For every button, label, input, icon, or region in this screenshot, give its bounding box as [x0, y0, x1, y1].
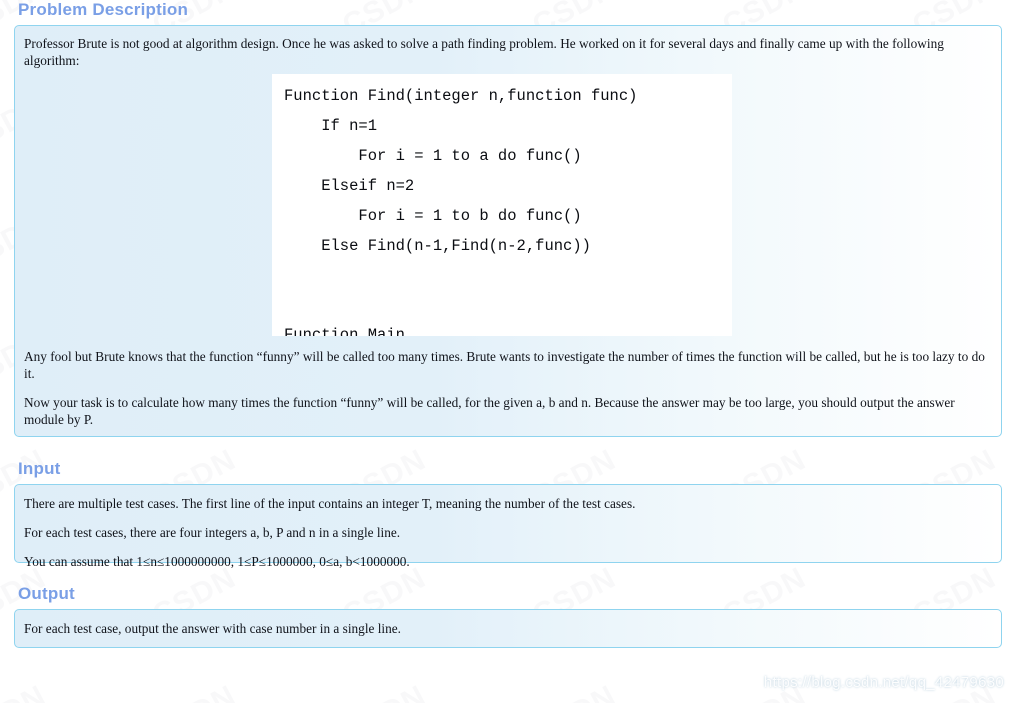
input-paragraph-2: For each test cases, there are four inte…: [24, 525, 401, 541]
section-input: Input There are multiple test cases. The…: [14, 459, 1002, 569]
watermark-tile: CSDN: [337, 679, 432, 703]
input-constraints: You can assume that 1≤n≤1000000000, 1≤P≤…: [24, 554, 410, 570]
problem-description-heading: Problem Description: [18, 0, 189, 19]
problem-statement-page: Problem Description Professor Brute is n…: [0, 0, 1020, 648]
input-body: There are multiple test cases. The first…: [15, 485, 1001, 580]
algorithm-code-container: Function Find(integer n,function func) I…: [272, 74, 732, 337]
input-heading: Input: [18, 459, 61, 478]
output-body: For each test case, output the answer wi…: [15, 610, 1001, 647]
description-paragraph-3: Now your task is to calculate how many t…: [24, 395, 955, 428]
problem-description-tail: Any fool but Brute knows that the functi…: [15, 336, 1001, 428]
section-problem-description: Problem Description Professor Brute is n…: [14, 0, 1002, 437]
watermark-tile: CSDN: [0, 679, 52, 703]
algorithm-code-block: Function Find(integer n,function func) I…: [272, 74, 732, 337]
source-url-watermark: https://blog.csdn.net/qq_42479630: [763, 674, 1004, 691]
problem-description-panel: Professor Brute is not good at algorithm…: [14, 25, 1002, 437]
watermark-tile: CSDN: [527, 679, 622, 703]
output-panel: For each test case, output the answer wi…: [14, 609, 1002, 648]
watermark-tile: CSDN: [147, 679, 242, 703]
input-paragraph-1: There are multiple test cases. The first…: [24, 496, 636, 511]
description-paragraph-1: Professor Brute is not good at algorithm…: [24, 36, 944, 69]
problem-description-body: Professor Brute is not good at algorithm…: [15, 26, 1001, 337]
output-heading: Output: [18, 584, 75, 603]
output-paragraph-1: For each test case, output the answer wi…: [24, 621, 402, 636]
description-paragraph-2: Any fool but Brute knows that the functi…: [24, 349, 985, 382]
section-output: Output For each test case, output the an…: [14, 584, 1002, 648]
input-panel: There are multiple test cases. The first…: [14, 484, 1002, 569]
